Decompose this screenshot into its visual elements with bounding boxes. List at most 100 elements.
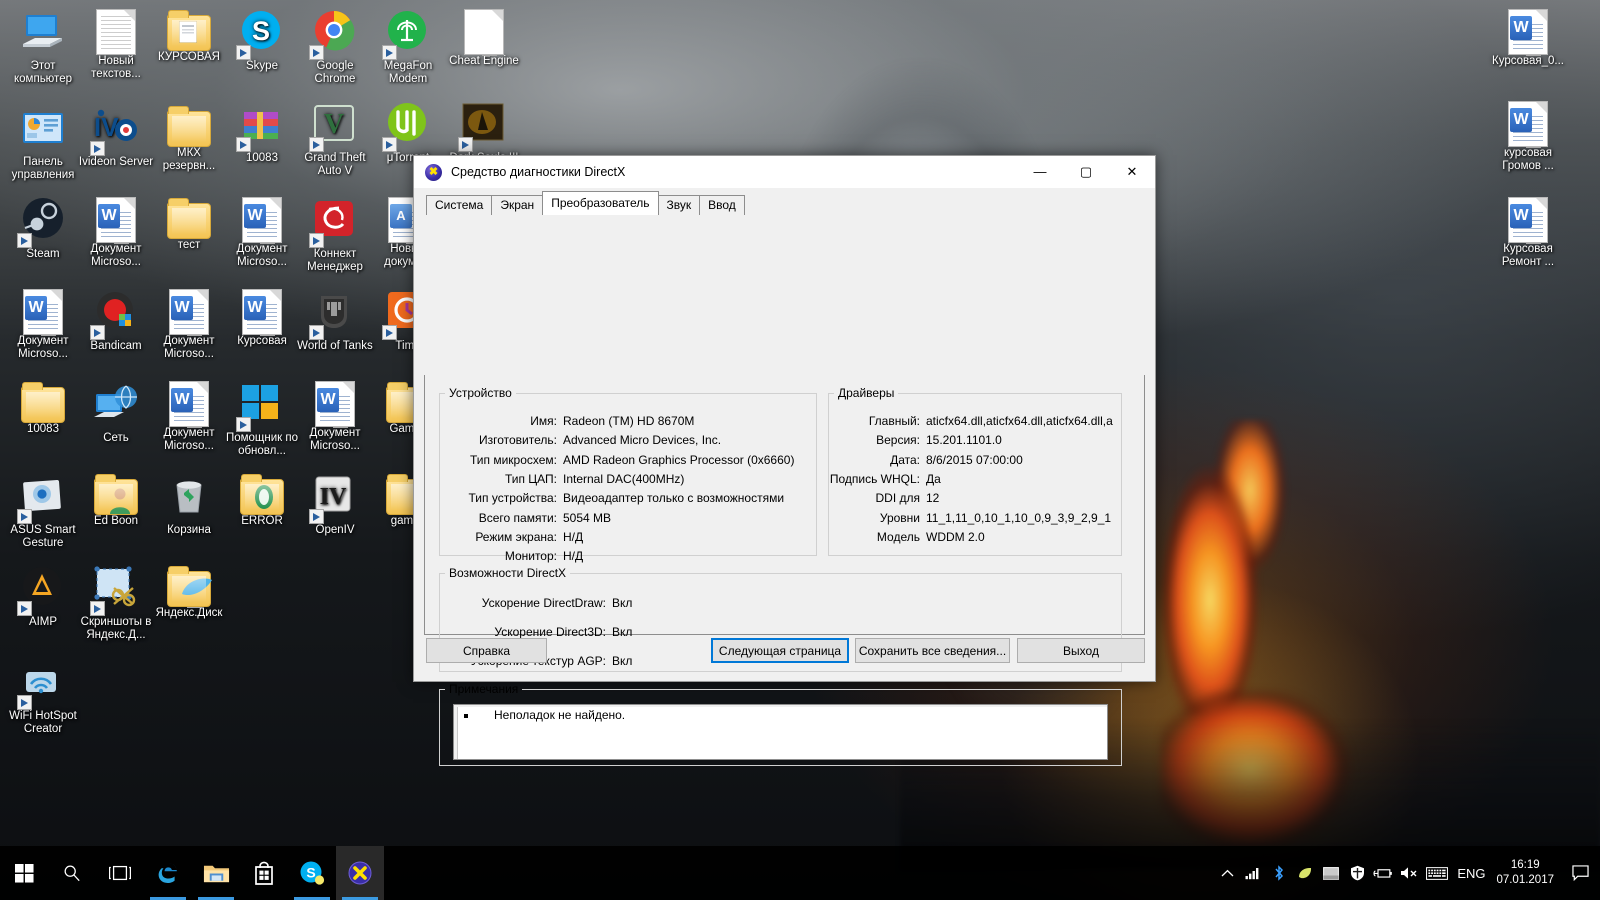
- desktop-icon[interactable]: W Документ Microso...: [224, 196, 300, 269]
- desktop-icon[interactable]: Корзина: [151, 472, 227, 537]
- taskbar-item-store[interactable]: [240, 846, 288, 900]
- window-titlebar[interactable]: Средство диагностики DirectX — ▢ ✕: [414, 156, 1155, 188]
- shortcut-overlay-icon: [90, 601, 105, 616]
- recycle-bin-icon: [165, 481, 213, 523]
- desktop-icon[interactable]: W Курсовая_0...: [1490, 8, 1566, 68]
- desktop-icon[interactable]: WiFi HotSpot Creator: [5, 658, 81, 736]
- security-shield-icon[interactable]: [1344, 846, 1370, 900]
- desktop-icon[interactable]: V Grand Theft Auto V: [297, 100, 373, 178]
- desktop-icon[interactable]: IV OpenIV: [297, 472, 373, 537]
- tab-2[interactable]: Экран: [491, 195, 544, 215]
- maximize-button[interactable]: ▢: [1063, 156, 1109, 187]
- info-row-key: Тип устройства:: [468, 491, 558, 506]
- network-signal-icon[interactable]: [1240, 846, 1266, 900]
- desktop-icon[interactable]: КУРСОВАЯ: [151, 8, 227, 64]
- show-hidden-icons-chevron[interactable]: [1214, 846, 1240, 900]
- task-view-icon[interactable]: [96, 846, 144, 900]
- shortcut-overlay-icon: [309, 137, 324, 152]
- exit-button[interactable]: Выход: [1017, 638, 1145, 663]
- minimize-button[interactable]: —: [1017, 156, 1063, 187]
- desktop-icon[interactable]: Яндекс.Диск: [151, 564, 227, 620]
- desktop[interactable]: Этот компьютер Новый текстов... КУРСОВАЯ Па…: [0, 0, 1600, 900]
- keyboard-icon[interactable]: [1422, 846, 1452, 900]
- desktop-icon[interactable]: Панель управления: [5, 104, 81, 182]
- save-all-info-button[interactable]: Сохранить все сведения...: [855, 638, 1010, 663]
- tab-4[interactable]: Звук: [657, 195, 701, 215]
- desktop-icon[interactable]: Google Chrome: [297, 8, 373, 86]
- next-page-button[interactable]: Следующая страница: [711, 638, 849, 663]
- desktop-icon[interactable]: Steam: [5, 196, 81, 261]
- tab-3[interactable]: Преобразователь: [542, 191, 659, 215]
- system-tray[interactable]: ENG 16:19 07.01.2017: [1214, 846, 1600, 900]
- desktop-icon-label: AIMP: [28, 616, 58, 628]
- info-row-key: Модель: [876, 529, 920, 544]
- taskbar-item-dxdiag[interactable]: [336, 846, 384, 900]
- info-row-key: Изготовитель:: [479, 433, 557, 448]
- desktop-icon[interactable]: W Документ Microso...: [151, 288, 227, 361]
- desktop-icon[interactable]: Новый текстов...: [78, 8, 154, 81]
- desktop-icon[interactable]: W Документ Microso...: [297, 380, 373, 453]
- tab-1[interactable]: Система: [426, 195, 493, 215]
- start-button[interactable]: [0, 846, 48, 900]
- desktop-icon[interactable]: World of Tanks: [297, 288, 373, 353]
- desktop-icon[interactable]: Скриншоты в Яндекс.Д...: [78, 564, 154, 642]
- desktop-icon[interactable]: W Документ Microso...: [151, 380, 227, 453]
- touchpad-icon[interactable]: [1318, 846, 1344, 900]
- desktop-icon-label: Документ Microso...: [17, 335, 69, 360]
- desktop-icon[interactable]: Bandicam: [78, 288, 154, 353]
- desktop-icon[interactable]: Сеть: [78, 380, 154, 445]
- desktop-icon[interactable]: Wкурсовая Громов ...: [1490, 100, 1566, 173]
- desktop-icon[interactable]: S Skype: [224, 8, 300, 73]
- taskbar-item-skype[interactable]: S: [288, 846, 336, 900]
- desktop-icon[interactable]: Cheat Engine: [446, 8, 522, 68]
- utorrent-icon: [382, 103, 432, 152]
- battery-icon[interactable]: [1370, 846, 1396, 900]
- desktop-icon-label: Cheat Engine: [449, 55, 519, 67]
- shortcut-overlay-icon: [17, 233, 32, 248]
- desktop-icon[interactable]: IV Ivideon Server: [78, 104, 154, 169]
- help-button[interactable]: Справка: [426, 638, 547, 663]
- close-button[interactable]: ✕: [1109, 156, 1155, 187]
- folder-icon: [151, 198, 227, 239]
- bluetooth-icon[interactable]: [1266, 846, 1292, 900]
- desktop-icon[interactable]: МКХ резервн...: [151, 104, 227, 173]
- desktop-icon[interactable]: AIMP: [5, 564, 81, 629]
- folder-icon: [5, 382, 81, 423]
- notes-bullet: [464, 714, 468, 718]
- tab-bar[interactable]: Система Экран Преобразователь Звук Ввод: [426, 191, 1155, 215]
- dxdiag-window[interactable]: Средство диагностики DirectX — ▢ ✕ Систе…: [413, 155, 1156, 766]
- tab-5[interactable]: Ввод: [699, 195, 745, 215]
- desktop-icon[interactable]: MegaFon Modem: [370, 8, 446, 86]
- desktop-icon[interactable]: W Документ Microso...: [78, 196, 154, 269]
- leaf-icon[interactable]: [1292, 846, 1318, 900]
- desktop-icon-label: Документ Microso...: [236, 243, 288, 268]
- word-document-icon: W: [78, 197, 154, 244]
- desktop-icon[interactable]: Этот компьютер: [5, 8, 81, 86]
- desktop-icon[interactable]: ASUS Smart Gesture: [5, 472, 81, 550]
- taskbar-item-edge[interactable]: [144, 846, 192, 900]
- desktop-icon[interactable]: W Курсовая: [224, 288, 300, 348]
- volume-muted-icon[interactable]: [1396, 846, 1422, 900]
- desktop-icon[interactable]: Ed Boon: [78, 472, 154, 528]
- notes-textbox[interactable]: Неполадок не найдено.: [453, 704, 1108, 760]
- language-indicator[interactable]: ENG: [1452, 846, 1490, 900]
- desktop-icon[interactable]: Коннект Менеджер: [297, 196, 373, 274]
- desktop-icon[interactable]: ERROR: [224, 472, 300, 528]
- desktop-icon[interactable]: W Курсовая Ремонт ...: [1490, 196, 1566, 269]
- update-assistant-icon: [236, 385, 286, 432]
- info-row-key: Главный:: [868, 414, 920, 428]
- clock[interactable]: 16:19 07.01.2017: [1490, 858, 1564, 888]
- window-controls[interactable]: — ▢ ✕: [1017, 156, 1155, 187]
- taskbar-item-file-explorer[interactable]: [192, 846, 240, 900]
- taskbar[interactable]: S ENG 16:19 07.01.2017: [0, 846, 1600, 900]
- action-center-icon[interactable]: [1564, 846, 1596, 900]
- desktop-icon[interactable]: тест: [151, 196, 227, 252]
- desktop-icon-label: Этот компьютер: [14, 60, 72, 85]
- desktop-icon[interactable]: 10083: [224, 100, 300, 165]
- desktop-icon-label: Ed Boon: [93, 515, 139, 527]
- search-icon[interactable]: [48, 846, 96, 900]
- shortcut-overlay-icon: [309, 45, 324, 60]
- desktop-icon[interactable]: W Документ Microso...: [5, 288, 81, 361]
- desktop-icon[interactable]: 10083: [5, 380, 81, 436]
- desktop-icon[interactable]: Помощник по обновл...: [224, 380, 300, 458]
